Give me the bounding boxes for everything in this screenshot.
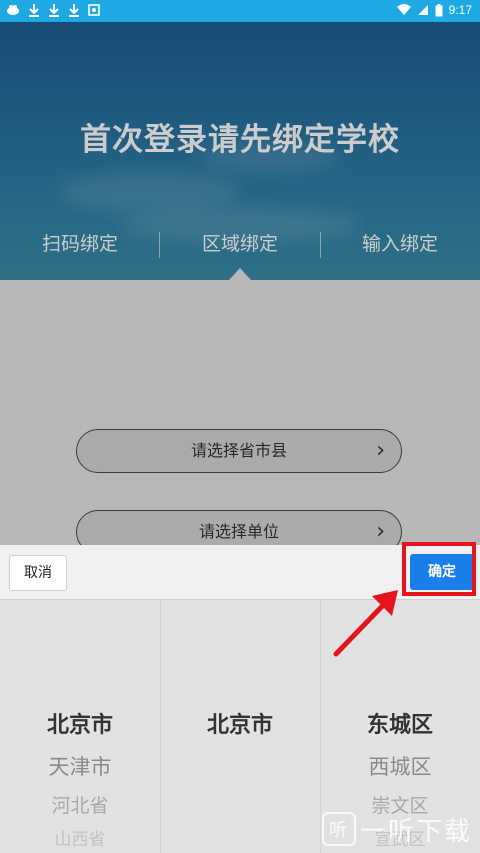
signal-icon <box>417 5 428 15</box>
picker-item[interactable]: 西城区 <box>320 751 480 781</box>
picker-item[interactable]: 河北省 <box>0 791 160 818</box>
status-time: 9:17 <box>448 3 472 17</box>
picker-item[interactable]: 山西省 <box>0 825 160 850</box>
image-icon <box>88 4 100 16</box>
watermark-text: 一听下载 <box>360 816 473 847</box>
confirm-highlight-box <box>402 542 476 596</box>
cancel-button[interactable]: 取消 <box>9 555 67 591</box>
status-bar: 9:17 <box>0 0 480 22</box>
battery-icon <box>435 3 443 16</box>
province-column[interactable]: 北京市 天津市 河北省 山西省 <box>0 599 160 853</box>
watermark-logo-icon: 听 <box>322 812 356 846</box>
picker-item-selected[interactable]: 东城区 <box>320 707 480 739</box>
watermark: 听 一听下载 <box>322 808 472 850</box>
download-icon <box>29 4 39 17</box>
notification-icon <box>7 5 19 15</box>
picker-item-selected[interactable]: 北京市 <box>160 707 320 739</box>
wifi-icon <box>396 4 411 16</box>
download-icon <box>49 4 59 17</box>
annotation-arrow-icon <box>333 590 398 657</box>
picker-item-selected[interactable]: 北京市 <box>0 707 160 739</box>
picker-item[interactable]: 天津市 <box>0 751 160 781</box>
download-icon <box>69 4 79 17</box>
city-column[interactable]: 北京市 <box>160 599 320 853</box>
